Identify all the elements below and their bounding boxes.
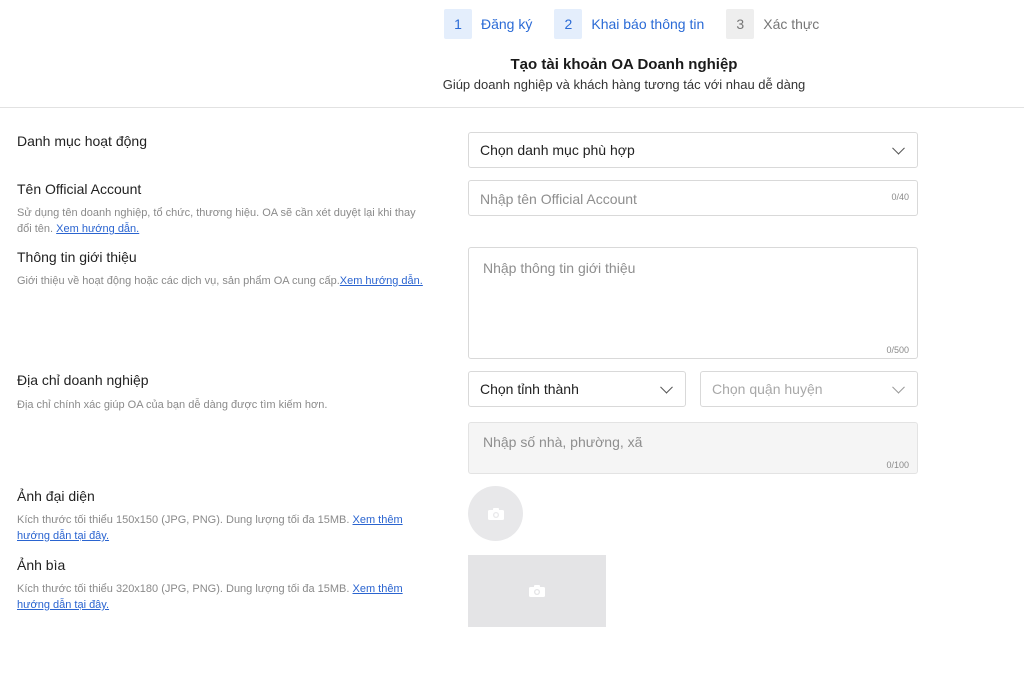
intro-textarea[interactable]: Nhập thông tin giới thiệu 0/500 — [468, 247, 918, 359]
intro-guide-link[interactable]: Xem hướng dẫn. — [340, 275, 423, 287]
oa-name-guide-link[interactable]: Xem hướng dẫn. — [56, 223, 139, 235]
intro-placeholder: Nhập thông tin giới thiệu — [483, 260, 636, 276]
district-select-value: Chọn quận huyện — [712, 381, 823, 397]
oa-name-input[interactable]: Nhập tên Official Account 0/40 — [468, 180, 918, 216]
intro-label: Thông tin giới thiệu — [17, 249, 137, 265]
cover-label: Ảnh bìa — [17, 557, 66, 573]
step-verify: 3 Xác thực — [726, 9, 819, 39]
header-divider — [0, 107, 1024, 108]
chevron-down-icon — [892, 141, 905, 155]
camera-icon — [529, 585, 545, 597]
oa-name-label: Tên Official Account — [17, 181, 142, 197]
category-select-value: Chọn danh mục phù hợp — [480, 142, 635, 158]
page-subtitle: Giúp doanh nghiệp và khách hàng tương tá… — [442, 77, 806, 92]
intro-help: Giới thiệu về hoạt động hoặc các dịch vụ… — [17, 275, 423, 287]
address-help: Địa chỉ chính xác giúp OA của bạn dễ dàn… — [17, 399, 328, 411]
avatar-label: Ảnh đại diện — [17, 488, 95, 504]
district-select[interactable]: Chọn quận huyện — [700, 371, 918, 407]
avatar-help: Kích thước tối thiểu 150x150 (JPG, PNG).… — [17, 514, 403, 542]
oa-name-counter: 0/40 — [891, 192, 909, 202]
step-number: 3 — [726, 9, 755, 39]
cover-upload[interactable] — [468, 555, 606, 627]
intro-counter: 0/500 — [886, 345, 909, 355]
step-label: Khai báo thông tin — [591, 16, 705, 32]
oa-name-placeholder: Nhập tên Official Account — [480, 191, 637, 207]
street-address-counter: 0/100 — [886, 460, 909, 470]
stepper: 1 Đăng ký 2 Khai báo thông tin 3 Xác thự… — [444, 8, 841, 40]
category-label: Danh mục hoạt động — [17, 133, 147, 149]
street-address-placeholder: Nhập số nhà, phường, xã — [483, 434, 643, 450]
camera-icon — [487, 507, 504, 520]
street-address-input[interactable]: Nhập số nhà, phường, xã 0/100 — [468, 422, 918, 474]
chevron-down-icon — [660, 380, 673, 394]
step-number: 1 — [444, 9, 472, 39]
cover-help: Kích thước tối thiểu 320x180 (JPG, PNG).… — [17, 583, 403, 611]
step-register[interactable]: 1 Đăng ký — [444, 9, 532, 39]
oa-name-help: Sử dụng tên doanh nghiệp, tổ chức, thươn… — [17, 207, 416, 235]
step-label: Đăng ký — [481, 16, 533, 32]
province-select-value: Chọn tỉnh thành — [480, 381, 579, 397]
avatar-upload[interactable] — [468, 486, 523, 541]
step-declare-info[interactable]: 2 Khai báo thông tin — [554, 9, 704, 39]
step-number: 2 — [554, 9, 583, 39]
address-label: Địa chỉ doanh nghiệp — [17, 372, 149, 388]
chevron-down-icon — [892, 380, 905, 394]
category-select[interactable]: Chọn danh mục phù hợp — [468, 132, 918, 168]
step-label: Xác thực — [763, 16, 820, 32]
province-select[interactable]: Chọn tỉnh thành — [468, 371, 686, 407]
page-title: Tạo tài khoản OA Doanh nghiệp — [510, 56, 738, 73]
